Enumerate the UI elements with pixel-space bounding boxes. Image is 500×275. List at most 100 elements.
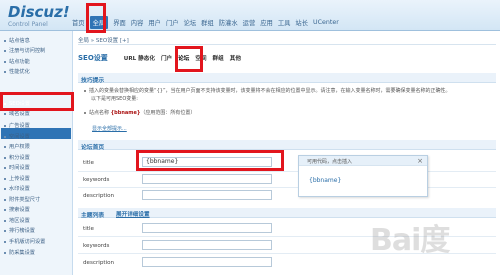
sidebar-item-label: 注册与访问控制 bbox=[9, 48, 46, 54]
bullet-icon bbox=[4, 166, 6, 169]
code-insert-popup: 可用代码，点击插入 × {bbname} bbox=[298, 155, 428, 197]
sidebar-item-site-info[interactable]: 站点信息 bbox=[4, 37, 30, 44]
field-label: keywords bbox=[83, 243, 110, 249]
sidebar-item-register[interactable]: 注册与访问控制 bbox=[4, 47, 45, 54]
sidebar-item-permissions[interactable]: 用户权限 bbox=[4, 143, 30, 150]
bullet-icon bbox=[84, 111, 86, 114]
bullet-icon bbox=[4, 187, 6, 190]
sidebar-item-domain[interactable]: 域名设置 bbox=[4, 110, 30, 117]
bullet-icon bbox=[4, 60, 6, 63]
title-input[interactable] bbox=[142, 223, 272, 233]
sidebar-item-label: 排行榜设置 bbox=[9, 228, 35, 234]
popup-header: 可用代码，点击插入 bbox=[299, 156, 427, 166]
field-label: keywords bbox=[83, 177, 110, 183]
nav-forum[interactable]: 论坛 bbox=[184, 18, 197, 27]
bullet-icon bbox=[4, 124, 6, 127]
sidebar-item-label: 附件类型尺寸 bbox=[9, 197, 41, 203]
nav-portal[interactable]: 门户 bbox=[166, 18, 179, 27]
nav-operations[interactable]: 运营 bbox=[243, 18, 256, 27]
sidebar-item-search[interactable]: 搜索设置 bbox=[4, 206, 30, 213]
sidebar-item-label: 站点功能 bbox=[9, 59, 30, 65]
sidebar-item-anti-scrape[interactable]: 防采集设置 bbox=[4, 249, 35, 256]
field-label: description bbox=[83, 260, 115, 266]
sidebar-item-region[interactable]: 地区设置 bbox=[4, 217, 30, 224]
description-input[interactable] bbox=[142, 190, 272, 200]
close-icon[interactable]: × bbox=[417, 157, 423, 165]
logo-subtitle: Control Panel bbox=[8, 21, 48, 28]
description-input[interactable] bbox=[142, 257, 272, 267]
bullet-icon bbox=[4, 49, 6, 52]
nav-interface[interactable]: 界面 bbox=[113, 18, 126, 27]
sidebar-item-label: 性能优化 bbox=[9, 69, 30, 75]
bullet-icon bbox=[4, 240, 6, 243]
expand-settings-link[interactable]: 展开详细设置 bbox=[116, 210, 150, 218]
forum-index-header: 论坛首页 bbox=[78, 140, 496, 151]
nav-groups[interactable]: 群组 bbox=[201, 18, 214, 27]
sidebar-item-label: 广告设置 bbox=[9, 123, 30, 129]
bullet-icon bbox=[4, 229, 6, 232]
sidebar-item-label: 用户权限 bbox=[9, 144, 30, 150]
divider bbox=[78, 187, 496, 188]
popup-code-item[interactable]: {bbname} bbox=[309, 177, 341, 184]
bullet-icon bbox=[4, 219, 6, 222]
nav-apps[interactable]: 应用 bbox=[260, 18, 273, 27]
logo[interactable]: Discuz! Control Panel bbox=[8, 4, 78, 28]
page-title: SEO设置 bbox=[78, 54, 108, 62]
nav-content[interactable]: 内容 bbox=[131, 18, 144, 27]
sidebar-item-performance[interactable]: 性能优化 bbox=[4, 68, 30, 75]
sidebar: 站点信息 注册与访问控制 站点功能 性能优化 SEO设置 域名设置 广告设置 空… bbox=[0, 31, 73, 275]
sub-nav: SEO设置 URL 静态化 门户 论坛 空间 群组 其他 bbox=[78, 53, 247, 63]
tip-text: 站点名称 bbox=[89, 110, 110, 116]
highlight-box-seo-item bbox=[0, 92, 74, 111]
sidebar-item-label: 空间设置 bbox=[9, 134, 30, 140]
sidebar-item-time[interactable]: 时间设置 bbox=[4, 164, 30, 171]
bullet-icon bbox=[4, 112, 6, 115]
tip-line: 插入的变量会替换相应的变量“{}”，当在用户页面不支持该变量时，该变量将不会在相… bbox=[84, 88, 451, 95]
nav-admin[interactable]: 站长 bbox=[295, 18, 308, 27]
field-label: description bbox=[83, 193, 115, 199]
tab-groups[interactable]: 群组 bbox=[213, 54, 224, 62]
tip-line: 以下是可用SEO变量: bbox=[91, 96, 138, 102]
nav-antispam[interactable]: 防灌水 bbox=[219, 18, 238, 27]
sidebar-item-label: 搜索设置 bbox=[9, 207, 30, 213]
tab-portal[interactable]: 门户 bbox=[161, 54, 172, 62]
bullet-icon bbox=[4, 145, 6, 148]
sidebar-item-ranking[interactable]: 排行榜设置 bbox=[4, 227, 35, 234]
nav-home[interactable]: 首页 bbox=[72, 18, 85, 27]
tip-variable: {bbname} bbox=[110, 110, 141, 116]
bullet-icon bbox=[4, 198, 6, 201]
tips-title: 技巧提示 bbox=[81, 78, 105, 84]
show-all-tips-link[interactable]: 显示全部提示... bbox=[92, 125, 127, 132]
bullet-icon bbox=[4, 208, 6, 211]
sidebar-item-attachment-types[interactable]: 附件类型尺寸 bbox=[4, 196, 40, 203]
field-label: title bbox=[83, 160, 94, 166]
keywords-input[interactable] bbox=[142, 174, 272, 184]
sidebar-item-label: 时间设置 bbox=[9, 165, 30, 171]
sidebar-item-mobile[interactable]: 手机版访问设置 bbox=[4, 238, 45, 245]
sidebar-item-features[interactable]: 站点功能 bbox=[4, 58, 30, 65]
sidebar-item-ads[interactable]: 广告设置 bbox=[4, 122, 30, 129]
bullet-icon bbox=[4, 135, 6, 138]
sidebar-item-watermark[interactable]: 水印设置 bbox=[4, 185, 30, 192]
sidebar-item-space[interactable]: 空间设置 bbox=[4, 133, 30, 140]
bullet-icon bbox=[4, 177, 6, 180]
nav-ucenter[interactable]: UCenter bbox=[313, 19, 339, 26]
highlight-box-forum-tab bbox=[175, 46, 203, 72]
breadcrumb[interactable]: 全局 » SEO设置 [+] bbox=[78, 36, 129, 44]
bullet-icon bbox=[4, 70, 6, 73]
sidebar-item-credits[interactable]: 积分设置 bbox=[4, 154, 30, 161]
nav-users[interactable]: 用户 bbox=[148, 18, 161, 27]
nav-tools[interactable]: 工具 bbox=[278, 18, 291, 27]
theme-list-title: 主题列表 bbox=[81, 213, 105, 219]
top-header: Discuz! Control Panel 首页 全局 界面 内容 用户 门户 … bbox=[0, 0, 500, 31]
bullet-icon bbox=[4, 156, 6, 159]
sidebar-item-upload[interactable]: 上传设置 bbox=[4, 175, 30, 182]
tip-line: 站点名称 {bbname}（应用范围：所有位置） bbox=[84, 110, 195, 117]
keywords-input[interactable] bbox=[142, 240, 272, 250]
tab-url-static[interactable]: URL 静态化 bbox=[124, 54, 155, 62]
sidebar-item-label: 水印设置 bbox=[9, 186, 30, 192]
sidebar-item-label: 防采集设置 bbox=[9, 250, 35, 256]
sidebar-item-label: 上传设置 bbox=[9, 176, 30, 182]
tab-other[interactable]: 其他 bbox=[230, 54, 241, 62]
tip-text: （应用范围：所有位置） bbox=[140, 110, 196, 116]
